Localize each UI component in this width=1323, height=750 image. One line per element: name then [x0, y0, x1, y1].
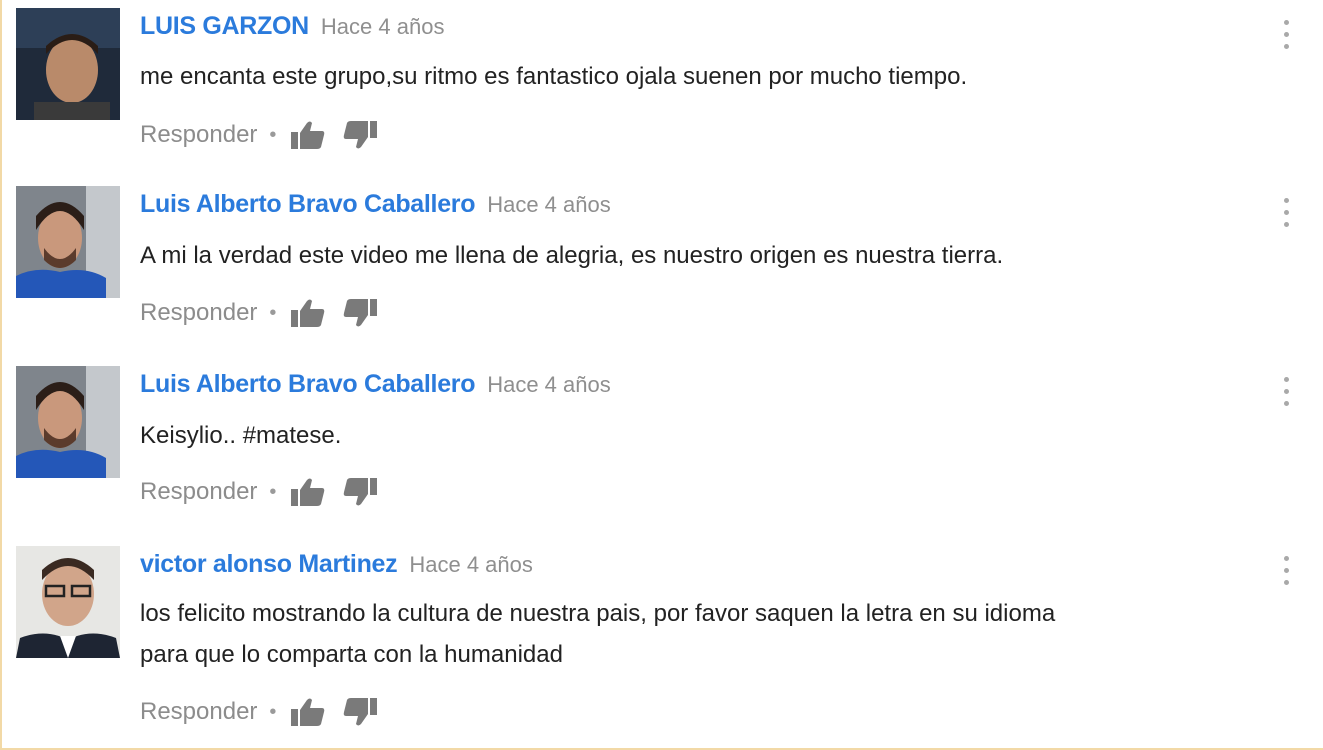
like-button[interactable] — [290, 297, 326, 329]
like-button[interactable] — [290, 476, 326, 508]
comment-author[interactable]: Luis Alberto Bravo Caballero Hace 4 años — [140, 370, 611, 399]
avatar[interactable] — [16, 546, 120, 658]
thumbs-up-icon — [291, 478, 325, 506]
user-avatar-icon — [16, 186, 120, 298]
comment-actions: Responder • — [140, 119, 394, 151]
thumbs-up-icon — [291, 299, 325, 327]
comment-actions: Responder • — [140, 476, 394, 508]
dislike-button[interactable] — [342, 696, 378, 728]
like-button[interactable] — [290, 696, 326, 728]
avatar[interactable] — [16, 366, 120, 478]
comment-text: me encanta este grupo,su ritmo es fantas… — [140, 63, 968, 90]
dislike-button[interactable] — [342, 119, 378, 151]
reply-button[interactable]: Responder — [140, 698, 257, 726]
comment-actions: Responder • — [140, 696, 394, 728]
thumbs-up-icon — [291, 121, 325, 149]
like-button[interactable] — [290, 119, 326, 151]
reply-button[interactable]: Responder — [140, 299, 257, 327]
more-options-icon[interactable] — [1278, 18, 1294, 54]
thumbs-up-icon — [291, 698, 325, 726]
avatar[interactable] — [16, 186, 120, 298]
separator-dot: • — [269, 123, 277, 146]
comment-timestamp[interactable]: Hace 4 años — [487, 192, 611, 217]
more-options-icon[interactable] — [1278, 196, 1294, 232]
dislike-button[interactable] — [342, 297, 378, 329]
author-name[interactable]: Luis Alberto Bravo Caballero — [140, 190, 476, 218]
more-options-icon[interactable] — [1278, 554, 1294, 590]
reply-button[interactable]: Responder — [140, 121, 257, 149]
comment-timestamp[interactable]: Hace 4 años — [487, 372, 611, 397]
comment-text: A mi la verdad este video me llena de al… — [140, 242, 1004, 269]
more-options-icon[interactable] — [1278, 375, 1294, 411]
comment-actions: Responder • — [140, 297, 394, 329]
comment-author[interactable]: Luis Alberto Bravo Caballero Hace 4 años — [140, 190, 611, 219]
author-name[interactable]: Luis Alberto Bravo Caballero — [140, 370, 476, 398]
avatar[interactable] — [16, 8, 120, 120]
dislike-button[interactable] — [342, 476, 378, 508]
separator-dot: • — [269, 301, 277, 324]
thumbs-down-icon — [344, 698, 378, 726]
comments-section: LUIS GARZON Hace 4 años me encanta este g… — [0, 0, 1323, 750]
user-avatar-icon — [16, 8, 120, 120]
comment-timestamp[interactable]: Hace 4 años — [321, 14, 445, 39]
reply-button[interactable]: Responder — [140, 478, 257, 506]
comment-text: Keisylio.. #matese. — [140, 422, 342, 449]
user-avatar-icon — [16, 366, 120, 478]
thumbs-down-icon — [344, 478, 378, 506]
comment-text: los felicito mostrando la cultura de nue… — [140, 600, 1056, 668]
comment-author[interactable]: LUIS GARZON Hace 4 años — [140, 12, 444, 41]
comment-timestamp[interactable]: Hace 4 años — [409, 552, 533, 577]
separator-dot: • — [269, 700, 277, 723]
separator-dot: • — [269, 480, 277, 503]
author-name[interactable]: victor alonso Martinez — [140, 550, 398, 578]
author-name[interactable]: LUIS GARZON — [140, 12, 309, 40]
comment-author[interactable]: victor alonso Martinez Hace 4 años — [140, 550, 533, 579]
user-avatar-icon — [16, 546, 120, 658]
thumbs-down-icon — [344, 121, 378, 149]
thumbs-down-icon — [344, 299, 378, 327]
